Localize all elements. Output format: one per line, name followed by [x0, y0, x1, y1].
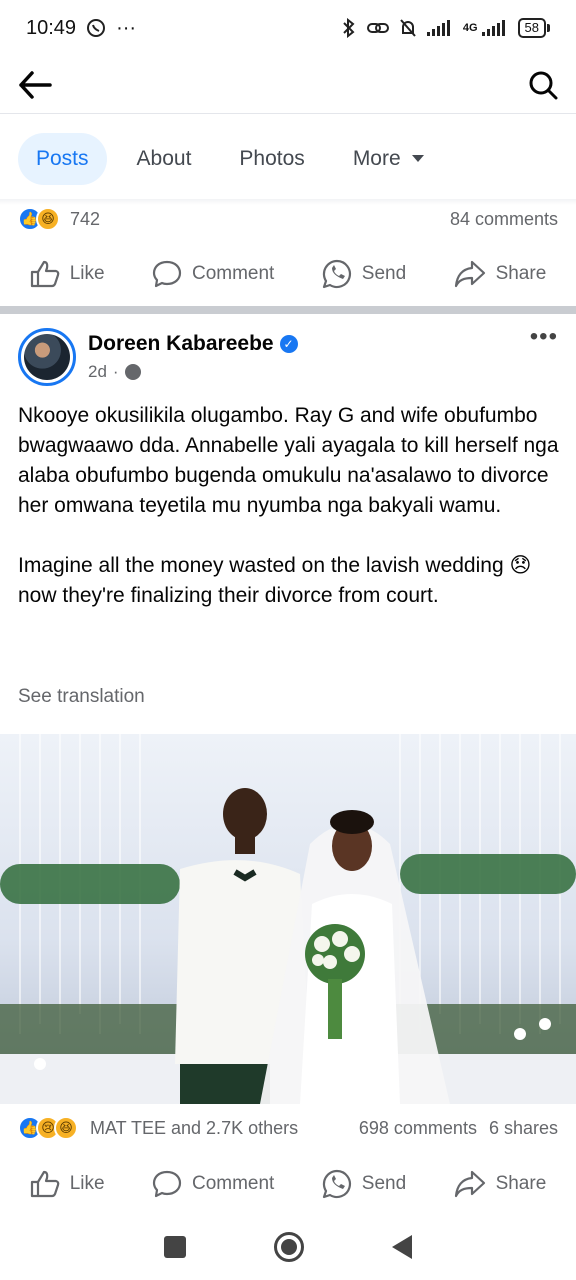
send-label: Send [361, 263, 407, 284]
post-separator [0, 306, 576, 314]
profile-tabs: Posts About Photos More [0, 132, 576, 186]
thumbs-up-icon [30, 1170, 60, 1198]
signal-4g-icon [481, 20, 505, 36]
share-button[interactable]: Share [454, 260, 547, 288]
post-paragraph-2: Imagine all the money wasted on the lavi… [18, 551, 562, 611]
share-label: Share [495, 263, 547, 284]
post-reactions-summary[interactable]: 👍 😢 😆 MAT TEE and 2.7K others 698 commen… [0, 1112, 576, 1144]
see-translation-link[interactable]: See translation [18, 686, 145, 708]
tab-posts[interactable]: Posts [18, 133, 107, 185]
haha-reaction-icon: 😆 [54, 1116, 78, 1140]
prev-post-reactions[interactable]: 👍 😆 742 84 comments [0, 204, 576, 234]
recent-apps-icon[interactable] [164, 1236, 186, 1258]
share-arrow-icon [454, 1170, 485, 1198]
comment-bubble-icon [152, 260, 182, 288]
share-arrow-icon [454, 260, 485, 288]
system-nav-bar [0, 1214, 576, 1280]
share-label: Share [495, 1173, 547, 1194]
top-app-bar [0, 56, 576, 114]
prev-reaction-count: 742 [70, 208, 101, 229]
post-photo[interactable] [0, 734, 576, 1104]
comments-count[interactable]: 698 comments [359, 1118, 477, 1139]
post-header: Doreen Kabareebe ✓ 2d · ••• [18, 325, 558, 392]
comment-button[interactable]: Comment [152, 1170, 274, 1198]
thumbs-up-icon [30, 260, 60, 288]
send-button[interactable]: Send [322, 259, 406, 289]
public-globe-icon [124, 364, 141, 380]
more-notifications-icon: ··· [116, 16, 137, 39]
like-label: Like [69, 1173, 105, 1194]
battery-level: 58 [517, 18, 546, 38]
comment-bubble-icon [152, 1170, 182, 1198]
send-label: Send [361, 1173, 407, 1194]
search-icon[interactable] [528, 70, 558, 100]
post-actions: Like Comment Send Share [0, 1156, 576, 1212]
like-label: Like [69, 263, 105, 284]
author-name[interactable]: Doreen Kabareebe [88, 332, 274, 356]
network-type-label: 4G [462, 22, 478, 34]
whatsapp-send-icon [322, 1169, 351, 1199]
post-options-icon[interactable]: ••• [530, 325, 558, 392]
tab-photos[interactable]: Photos [221, 133, 304, 185]
mute-bell-icon [400, 19, 416, 37]
clock: 10:49 [26, 16, 77, 39]
battery-icon: 58 [517, 18, 550, 38]
shares-count[interactable]: 6 shares [489, 1118, 558, 1139]
post-paragraph-2a: Imagine all the money wasted on the lavi… [18, 554, 504, 577]
status-bar: 10:49 ··· 4G 58 [0, 0, 576, 56]
link-icon [366, 23, 389, 33]
prev-post-actions: Like Comment Send Share [0, 246, 576, 302]
post-time[interactable]: 2d [88, 362, 107, 382]
like-button[interactable]: Like [30, 260, 105, 288]
haha-reaction-icon: 😆 [36, 207, 60, 231]
share-button[interactable]: Share [454, 1170, 547, 1198]
post-paragraph-2b: now they're finalizing their divorce fro… [18, 584, 439, 607]
comment-label: Comment [191, 263, 275, 284]
post-paragraph-1: Nkooye okusilikila olugambo. Ray G and w… [18, 404, 559, 517]
reactions-text: MAT TEE and 2.7K others [90, 1117, 299, 1138]
back-arrow-icon[interactable] [18, 70, 52, 100]
post-body: Nkooye okusilikila olugambo. Ray G and w… [18, 401, 562, 611]
like-button[interactable]: Like [30, 1170, 105, 1198]
tab-more-label: More [352, 147, 401, 170]
prev-comments-count[interactable]: 84 comments [450, 209, 558, 230]
signal-icon [426, 20, 450, 36]
comment-label: Comment [191, 1173, 275, 1194]
whatsapp-send-icon [322, 259, 351, 289]
tab-about[interactable]: About [137, 133, 192, 185]
disappointed-emoji: 😞 [509, 554, 532, 577]
back-icon[interactable] [392, 1235, 412, 1259]
tab-more[interactable]: More [335, 133, 425, 185]
send-button[interactable]: Send [322, 1169, 406, 1199]
comment-button[interactable]: Comment [152, 260, 274, 288]
whatsapp-notification-icon [87, 19, 106, 37]
bluetooth-icon [343, 18, 355, 38]
author-avatar[interactable] [18, 328, 76, 386]
verified-badge-icon: ✓ [279, 335, 298, 353]
caret-down-icon [411, 155, 424, 162]
home-icon[interactable] [274, 1232, 304, 1262]
